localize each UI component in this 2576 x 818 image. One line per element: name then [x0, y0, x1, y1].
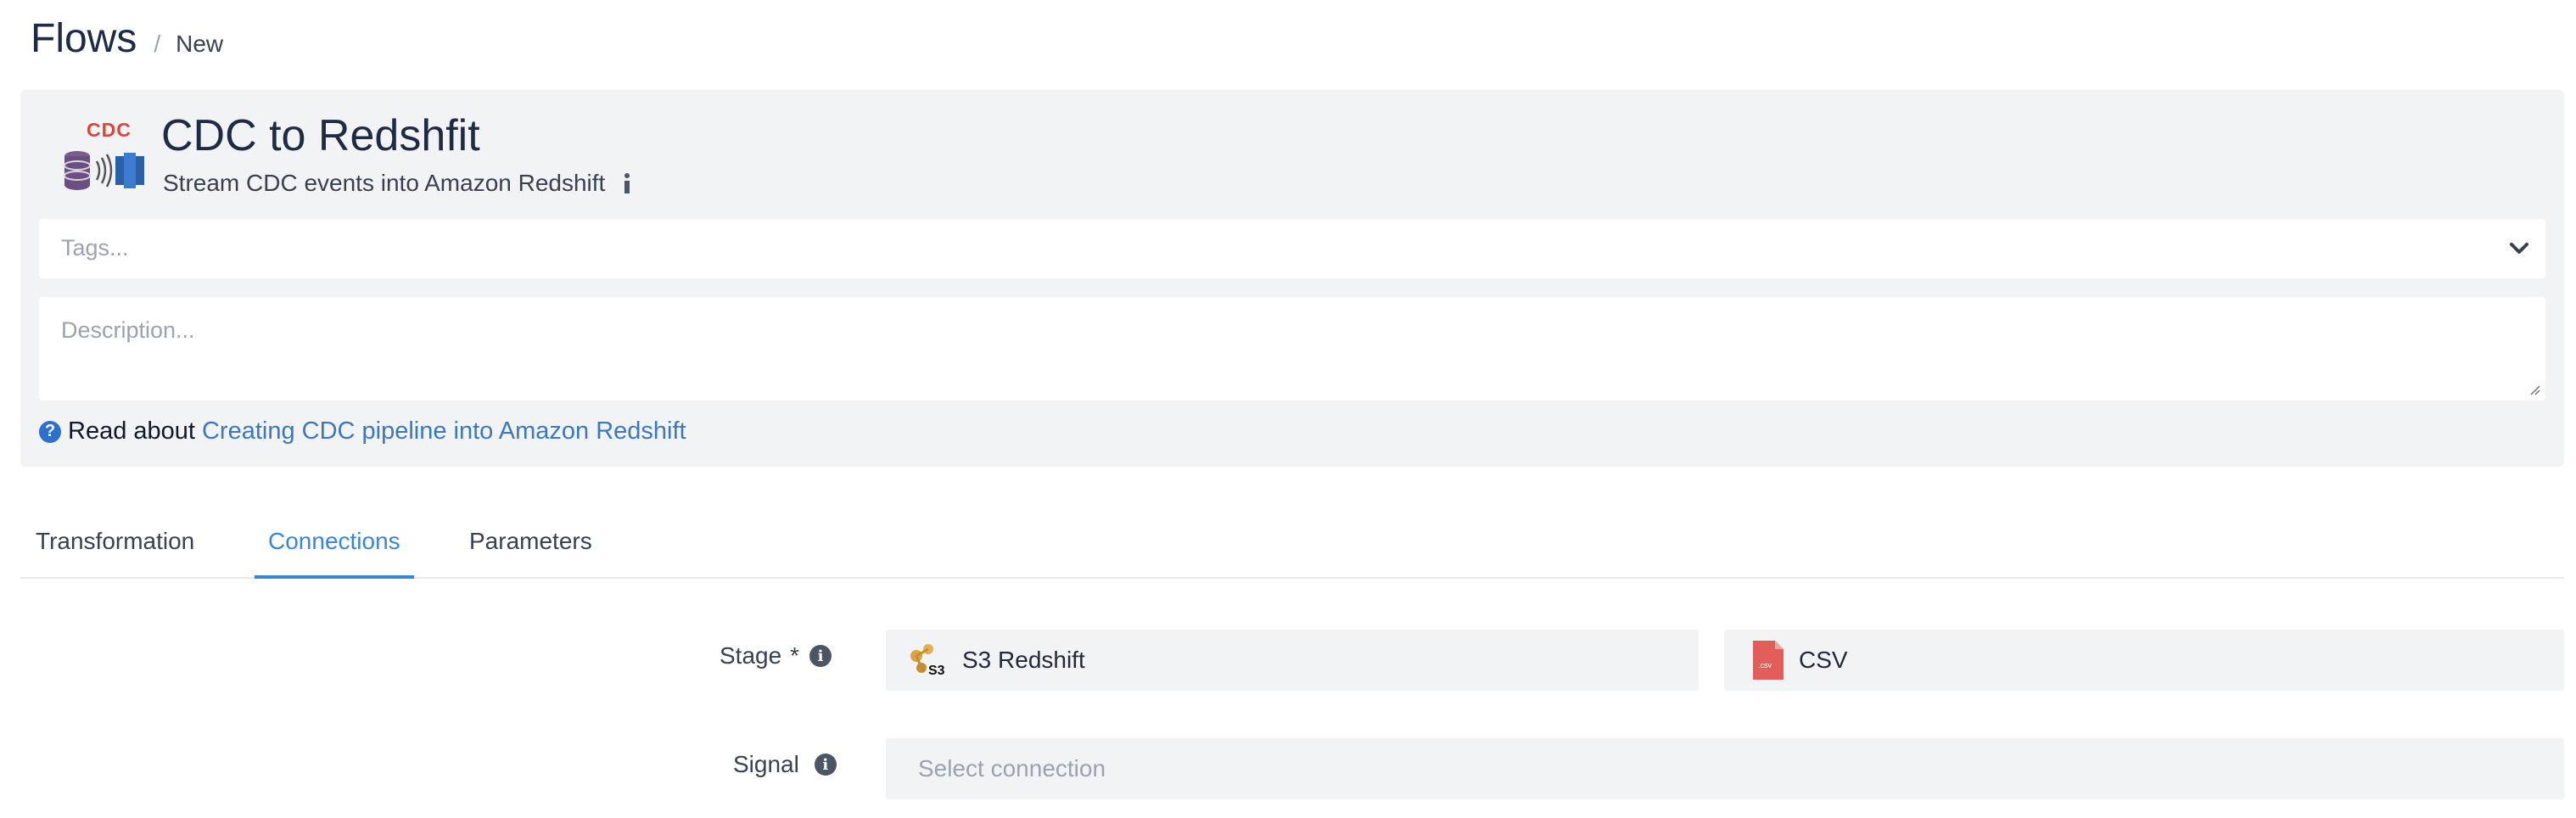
stage-connection-select[interactable]: S3 S3 Redshift — [886, 630, 1699, 691]
stage-label-text: Stage — [720, 642, 782, 669]
flow-subtitle: Stream CDC events into Amazon Redshift — [163, 170, 634, 197]
s3-redshift-icon: S3 — [910, 644, 945, 678]
description-placeholder: Description... — [61, 317, 195, 343]
csv-icon-text: .csv — [1758, 661, 1772, 670]
stage-format-value: CSV — [1799, 647, 1848, 673]
stage-label: Stage * i — [720, 642, 832, 670]
breadcrumb-current: New — [176, 31, 224, 57]
required-mark: * — [790, 642, 800, 669]
chevron-down-icon[interactable] — [2506, 236, 2532, 261]
cdc-logo-text: CDC — [87, 119, 132, 141]
question-circle-icon: ? — [39, 420, 61, 443]
breadcrumb-separator: / — [154, 31, 161, 57]
tab-parameters[interactable]: Parameters — [469, 528, 592, 555]
tab-transformation[interactable]: Transformation — [36, 528, 194, 555]
flow-header-panel: CDC CDC to Redshfit Stream CDC events in… — [20, 90, 2564, 467]
signal-connection-select[interactable]: Select connection — [886, 738, 2564, 799]
info-icon[interactable]: i — [809, 645, 832, 667]
stage-connection-value: S3 Redshift — [962, 647, 1085, 673]
signal-label: Signal i — [733, 751, 837, 778]
stage-format-select[interactable]: .csv CSV — [1724, 630, 2564, 691]
breadcrumb-flows[interactable]: Flows — [31, 15, 137, 62]
csv-file-icon: .csv — [1753, 641, 1784, 680]
resize-handle-icon[interactable] — [2527, 382, 2540, 395]
flow-title[interactable]: CDC to Redshfit — [161, 110, 480, 161]
tab-bar: Transformation Connections Parameters — [20, 506, 2564, 579]
signal-label-text: Signal — [733, 751, 799, 777]
info-icon[interactable] — [620, 171, 634, 195]
database-stream-icon — [64, 151, 144, 190]
read-about-prefix: Read about — [68, 417, 195, 445]
tags-input[interactable]: Tags... — [39, 219, 2545, 278]
signal-placeholder: Select connection — [918, 755, 1106, 782]
read-about-link[interactable]: Creating CDC pipeline into Amazon Redshi… — [202, 417, 686, 445]
info-icon[interactable]: i — [814, 754, 837, 776]
svg-text:S3: S3 — [928, 664, 945, 678]
tab-connections[interactable]: Connections — [268, 528, 400, 555]
breadcrumb: Flows / New — [31, 15, 223, 62]
active-tab-indicator — [255, 575, 414, 579]
description-textarea[interactable]: Description... — [39, 297, 2545, 401]
tags-placeholder: Tags... — [61, 235, 129, 261]
flow-subtitle-text: Stream CDC events into Amazon Redshift — [163, 170, 606, 196]
read-about: ? Read about Creating CDC pipeline into … — [39, 417, 686, 445]
cdc-logo-icon: CDC — [63, 115, 156, 200]
